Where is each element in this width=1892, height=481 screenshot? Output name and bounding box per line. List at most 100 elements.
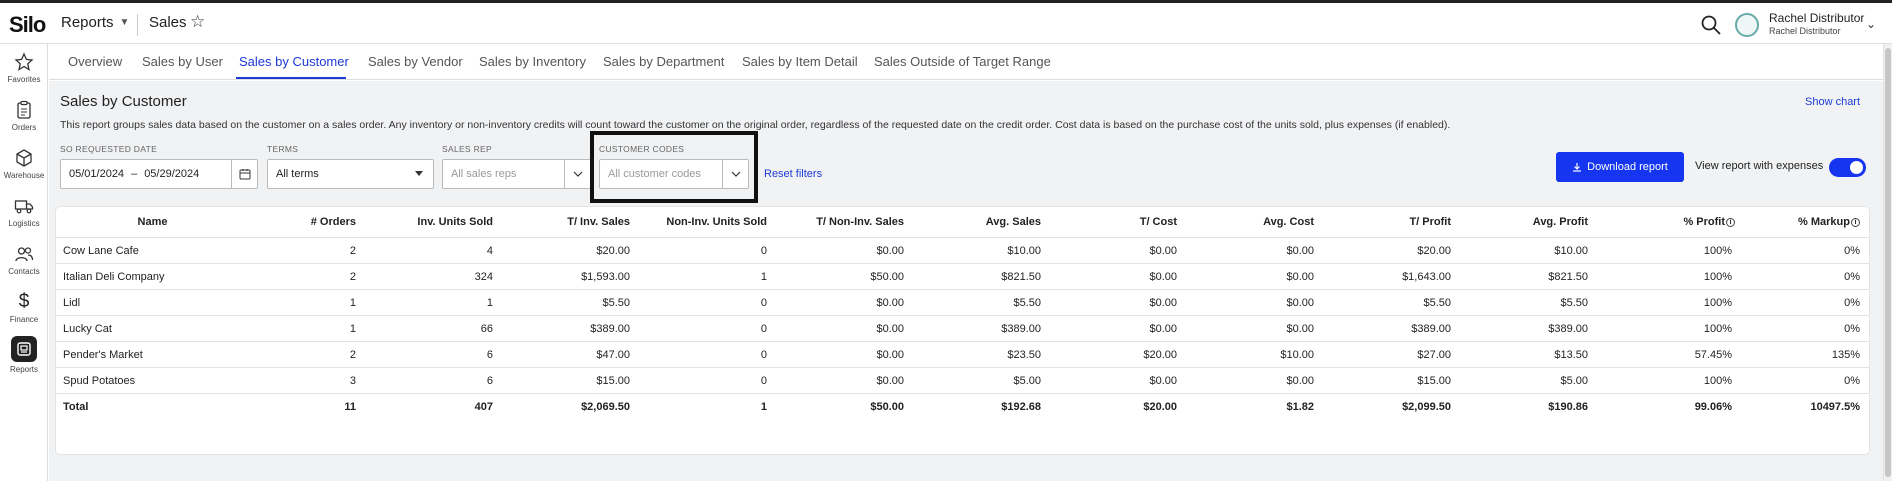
table-total-row[interactable]: Total 11 407 $2,069.50 1 $50.00 $192.68 $20.00 $…	[56, 394, 1869, 420]
tab-sales-by-customer[interactable]: Sales by Customer	[239, 54, 349, 69]
cell-cost: $0.00	[1149, 375, 1177, 387]
calendar-button[interactable]	[231, 160, 257, 188]
cell-non-inv-units-sold: 0	[760, 349, 767, 361]
sidebar-item-label: Contacts	[8, 267, 40, 276]
cell-avg-profit: $190.86	[1548, 401, 1588, 413]
date-separator: –	[131, 168, 138, 180]
column-header-avg-cost[interactable]: Avg. Cost	[1263, 207, 1314, 238]
clipboard-icon	[17, 100, 31, 119]
show-chart-link[interactable]: Show chart	[1805, 96, 1860, 108]
truck-icon	[14, 200, 34, 214]
terms-select[interactable]: All terms	[267, 159, 434, 189]
cell-orders: 2	[349, 271, 356, 283]
info-icon[interactable]: i	[1851, 218, 1860, 227]
cell-non-inv-units-sold: 0	[760, 245, 767, 257]
table-row[interactable]: Spud Potatoes 3 6 $15.00 0 $0.00 $5.00 $0.00 $0.…	[56, 368, 1869, 394]
column-header-cost[interactable]: T/ Cost	[1140, 207, 1177, 238]
tab-sales-by-inventory[interactable]: Sales by Inventory	[479, 54, 586, 69]
date-filter-label: SO REQUESTED DATE	[60, 144, 158, 154]
tab-sales-by-item-detail[interactable]: Sales by Item Detail	[742, 54, 858, 69]
cell-profit: $2,099.50	[1402, 401, 1451, 413]
customer-codes-dropdown-button[interactable]	[722, 160, 748, 188]
cell-inv-units-sold: 1	[486, 297, 493, 309]
sidebar-item-orders[interactable]: Orders	[0, 100, 48, 132]
reset-filters-link[interactable]: Reset filters	[764, 168, 822, 180]
cell-profit: $1,643.00	[1402, 271, 1451, 283]
cell-avg-profit: $389.00	[1548, 323, 1588, 335]
date-range-picker[interactable]: 05/01/2024 – 05/29/2024	[60, 159, 258, 189]
cell-name: Pender's Market	[63, 349, 143, 361]
customer-codes-select[interactable]: All customer codes	[599, 159, 749, 189]
sidebar: Favorites Orders Warehouse Logistics Con…	[0, 44, 48, 481]
column-header-profit[interactable]: T/ Profit	[1409, 207, 1451, 238]
download-report-button[interactable]: Download report	[1556, 152, 1684, 182]
download-icon	[1573, 163, 1582, 172]
column-header-name[interactable]: Name	[56, 207, 249, 238]
sales-rep-select[interactable]: All sales reps	[442, 159, 591, 189]
cell-profit: $389.00	[1411, 323, 1451, 335]
cell-non-inv-sales: $50.00	[870, 271, 904, 283]
cell-percent-markup: 0%	[1844, 271, 1860, 283]
user-menu[interactable]: Rachel Distributor Rachel Distributor	[1769, 12, 1864, 36]
chevron-down-icon	[573, 171, 582, 177]
sales-table: Name # Orders Inv. Units Sold T/ Inv. Sa…	[56, 207, 1869, 454]
cell-avg-sales: $5.50	[1013, 297, 1041, 309]
column-header-inv-units-sold[interactable]: Inv. Units Sold	[417, 207, 493, 238]
table-row[interactable]: Pender's Market 2 6 $47.00 0 $0.00 $23.50 $20.0…	[56, 342, 1869, 368]
chevron-down-icon[interactable]: ⌄	[1866, 17, 1876, 31]
tab-sales-by-user[interactable]: Sales by User	[142, 54, 223, 69]
star-icon	[14, 52, 34, 71]
caret-down-icon	[415, 171, 423, 176]
cell-avg-profit: $5.50	[1560, 297, 1588, 309]
cell-avg-sales: $192.68	[1001, 401, 1041, 413]
column-header-inv-sales[interactable]: T/ Inv. Sales	[567, 207, 630, 238]
sales-rep-dropdown-button[interactable]	[564, 160, 590, 188]
sidebar-item-favorites[interactable]: Favorites	[0, 52, 48, 84]
cell-percent-profit: 100%	[1703, 245, 1732, 257]
report-tabs: Overview Sales by User Sales by Customer…	[49, 44, 1892, 80]
sidebar-item-warehouse[interactable]: Warehouse	[0, 148, 48, 180]
column-header-percent-markup[interactable]: % Markup i	[1798, 207, 1860, 238]
people-icon	[15, 247, 34, 262]
tab-overview[interactable]: Overview	[68, 54, 122, 69]
expenses-toggle[interactable]	[1829, 158, 1866, 177]
column-header-orders[interactable]: # Orders	[311, 207, 356, 238]
cell-name: Lucky Cat	[63, 323, 112, 335]
column-header-avg-sales[interactable]: Avg. Sales	[986, 207, 1041, 238]
table-row[interactable]: Lucky Cat 1 66 $389.00 0 $0.00 $389.00 $0.00 $0.…	[56, 316, 1869, 342]
table-row[interactable]: Cow Lane Cafe 2 4 $20.00 0 $0.00 $10.00 $0.00 $0…	[56, 238, 1869, 264]
avatar[interactable]	[1735, 13, 1759, 37]
cube-icon	[16, 149, 32, 167]
cell-inv-units-sold: 407	[474, 401, 493, 413]
terms-filter-label: TERMS	[267, 144, 299, 154]
cell-inv-sales: $2,069.50	[581, 401, 630, 413]
column-header-non-inv-units-sold[interactable]: Non-Inv. Units Sold	[666, 207, 767, 238]
cell-avg-sales: $821.50	[1001, 271, 1041, 283]
sidebar-item-finance[interactable]: $ Finance	[0, 291, 48, 325]
info-icon[interactable]: i	[1726, 218, 1735, 227]
sidebar-item-logistics[interactable]: Logistics	[0, 196, 48, 228]
cell-avg-sales: $389.00	[1001, 323, 1041, 335]
search-icon[interactable]	[1700, 14, 1722, 36]
table-row[interactable]: Italian Deli Company 2 324 $1,593.00 1 $50.00…	[56, 264, 1869, 290]
tab-sales-outside-target-range[interactable]: Sales Outside of Target Range	[874, 54, 1051, 69]
dollar-icon: $	[18, 291, 30, 312]
reports-menu[interactable]: Reports ▼	[61, 14, 129, 31]
active-tab-indicator	[236, 77, 346, 79]
favorite-star-icon[interactable]: ☆	[190, 12, 205, 32]
cell-percent-markup: 0%	[1844, 245, 1860, 257]
table-row[interactable]: Lidl 1 1 $5.50 0 $0.00 $5.50 $0.00 $0.00 $5.50 $5.…	[56, 290, 1869, 316]
column-header-avg-profit[interactable]: Avg. Profit	[1533, 207, 1588, 238]
cell-cost: $0.00	[1149, 297, 1177, 309]
sidebar-item-contacts[interactable]: Contacts	[0, 244, 48, 276]
tab-sales-by-department[interactable]: Sales by Department	[603, 54, 724, 69]
column-header-non-inv-sales[interactable]: T/ Non-Inv. Sales	[816, 207, 904, 238]
cell-orders: 3	[349, 375, 356, 387]
cell-orders: 1	[349, 323, 356, 335]
cell-cost: $0.00	[1149, 245, 1177, 257]
sidebar-item-reports[interactable]: Reports	[0, 336, 48, 374]
scrollbar-thumb[interactable]	[1885, 48, 1891, 477]
tab-sales-by-vendor[interactable]: Sales by Vendor	[368, 54, 463, 69]
sidebar-item-label: Finance	[9, 315, 39, 324]
column-header-percent-profit[interactable]: % Profit i	[1683, 207, 1735, 238]
